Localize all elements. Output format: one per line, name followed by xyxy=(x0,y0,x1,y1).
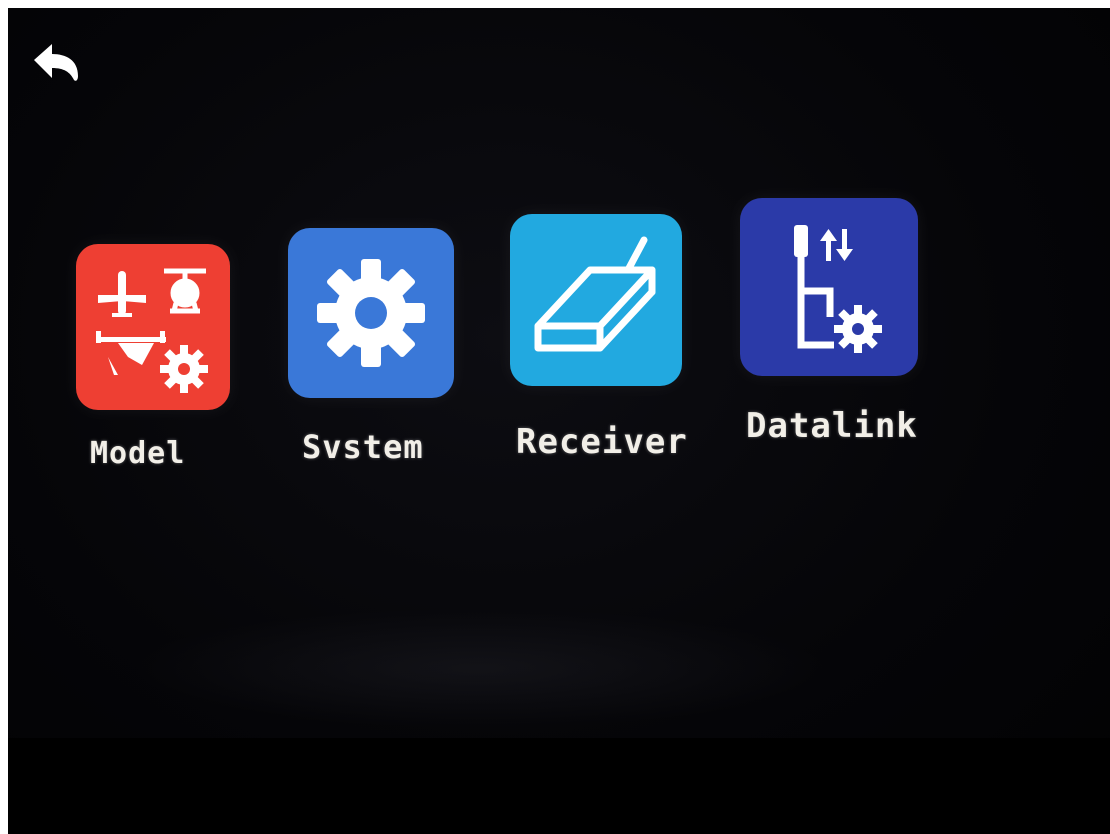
model-tile-background xyxy=(76,244,230,410)
model-icon xyxy=(96,268,208,393)
menu-item-label: Receiver xyxy=(516,422,688,462)
screen-bezel xyxy=(8,738,1110,834)
menu-item-label: Svstem xyxy=(302,428,424,466)
menu-item-label: Datalink xyxy=(746,406,918,446)
menu-item-receiver[interactable]: Receiver xyxy=(510,214,730,464)
back-button[interactable] xyxy=(26,36,86,88)
device-screen: Model Svstem Receiver Datalink xyxy=(8,8,1110,834)
datalink-icon xyxy=(794,225,882,353)
gear-icon xyxy=(317,259,425,367)
menu-item-label: Model xyxy=(90,436,186,471)
menu-item-datalink[interactable]: Datalink xyxy=(740,198,980,448)
menu-item-model[interactable]: Model xyxy=(76,244,236,484)
receiver-icon xyxy=(534,236,656,352)
receiver-tile-background xyxy=(510,214,682,386)
menu-item-system[interactable]: Svstem xyxy=(288,228,468,468)
system-tile-background xyxy=(288,228,454,398)
screen-glare xyxy=(128,608,828,728)
datalink-tile-background xyxy=(740,198,918,376)
back-arrow-icon xyxy=(34,44,78,81)
